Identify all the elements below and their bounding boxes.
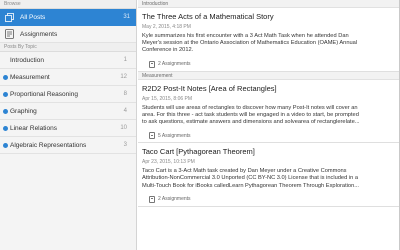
- summary-line: Taco Cart is a 3-Act Math task created b…: [142, 168, 347, 175]
- assignment-count: 5 Assignments: [158, 132, 191, 139]
- post-list: Introduction The Three Acts of a Mathema…: [138, 0, 400, 250]
- topic-color-dot: [3, 74, 8, 80]
- topic-label: Linear Relations: [10, 124, 57, 132]
- post-item[interactable]: R2D2 Post-It Notes [Area of Rectangles] …: [138, 80, 400, 144]
- topic-count: 3: [123, 142, 127, 148]
- assignment-icon: [4, 29, 14, 39]
- summary-line: Students will use areas of rectangles to…: [142, 104, 358, 111]
- post-date: Apr 15, 2015, 8:06 PM: [142, 95, 193, 102]
- post-summary: Taco Cart is a 3-Act Math task created b…: [142, 168, 400, 190]
- topic-color-dot: [3, 142, 8, 148]
- post-date: Apr 23, 2015, 10:13 PM: [142, 159, 195, 166]
- topic-label: Measurement: [10, 73, 50, 81]
- assignment-icon: [149, 60, 155, 68]
- assignment-count: 2 Assignments: [158, 196, 191, 203]
- summary-line: Meyer's session at the Ontario Associati…: [142, 40, 358, 47]
- post-date: May 2, 2015, 4:18 PM: [142, 24, 191, 30]
- topic-label: Introduction: [10, 56, 44, 64]
- assignment-icon: [149, 195, 155, 203]
- topic-count: 1: [123, 57, 127, 63]
- topic-count: 8: [123, 91, 127, 97]
- topic-label: Graphing: [10, 107, 37, 115]
- topic-color-dot: [3, 91, 8, 97]
- sidebar-topic-linear-relations[interactable]: Linear Relations 10: [0, 120, 136, 137]
- topic-count: 12: [120, 74, 127, 80]
- topic-color-dot: [3, 125, 8, 131]
- all-posts-count: 31: [123, 14, 130, 20]
- summary-line: Attribution-NonCommercial 3.0 Unported (…: [142, 175, 359, 182]
- post-item[interactable]: Taco Cart [Pythagorean Theorem] Apr 23, …: [138, 143, 400, 207]
- topic-count: 4: [123, 108, 127, 114]
- sidebar-topic-graphing[interactable]: Graphing 4: [0, 103, 136, 120]
- post-title: R2D2 Post-It Notes [Area of Rectangles]: [142, 83, 277, 93]
- post-title: Taco Cart [Pythagorean Theorem]: [142, 147, 255, 157]
- summary-line: Kyle summarizes his first encounter with…: [142, 33, 349, 39]
- sidebar: Browse All Posts 31 Assignments Posts By…: [0, 0, 137, 250]
- sidebar-item-all-posts[interactable]: All Posts 31: [0, 9, 136, 26]
- summary-line: area. For this three - act task students…: [142, 111, 359, 118]
- assignment-icon: [149, 132, 155, 140]
- topic-color-dot: [3, 108, 8, 114]
- sidebar-topic-proportional-reasoning[interactable]: Proportional Reasoning 8: [0, 86, 136, 103]
- section-header-measurement: Measurement: [138, 71, 400, 80]
- post-item[interactable]: The Three Acts of a Mathematical Story M…: [138, 8, 400, 72]
- section-header-introduction: Introduction: [138, 0, 400, 8]
- post-assignments[interactable]: 2 Assignments: [142, 193, 400, 206]
- post-summary: Kyle summarizes his first encounter with…: [142, 33, 400, 55]
- topic-label: Proportional Reasoning: [10, 90, 78, 98]
- sidebar-item-assignments[interactable]: Assignments: [0, 26, 136, 43]
- assignment-count: 2 Assignments: [158, 61, 191, 68]
- topics-header: Posts By Topic: [0, 43, 136, 52]
- post-title: The Three Acts of a Mathematical Story: [142, 12, 274, 21]
- summary-line: Conference in 2012.: [142, 47, 194, 54]
- browse-header: Browse: [0, 0, 136, 9]
- sidebar-topic-introduction[interactable]: Introduction 1: [0, 52, 136, 69]
- sidebar-item-label: All Posts: [20, 13, 46, 21]
- topic-count: 10: [120, 125, 127, 131]
- post-assignments[interactable]: 2 Assignments: [142, 58, 400, 71]
- summary-line: to ask questions, estimate answers and d…: [142, 119, 360, 126]
- sidebar-item-label: Assignments: [20, 30, 58, 38]
- post-assignments[interactable]: 5 Assignments: [142, 129, 400, 142]
- topic-label: Algebraic Representations: [10, 141, 87, 149]
- summary-line: Multi-Touch Book for iBooks calledLearn …: [142, 182, 359, 189]
- stacked-pages-icon: [4, 12, 14, 22]
- post-summary: Students will use areas of rectangles to…: [142, 105, 400, 127]
- sidebar-topic-algebraic-representations[interactable]: Algebraic Representations 3: [0, 137, 136, 154]
- sidebar-topic-measurement[interactable]: Measurement 12: [0, 69, 136, 86]
